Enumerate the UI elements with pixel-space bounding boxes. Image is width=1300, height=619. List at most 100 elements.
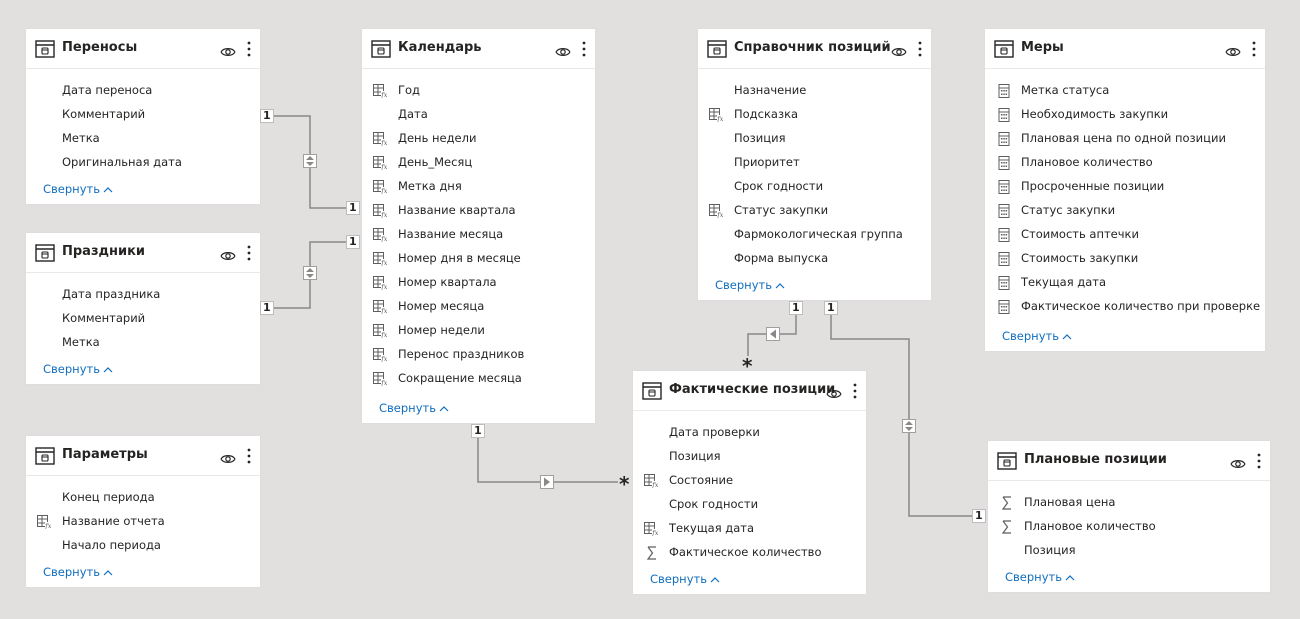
field-row[interactable]: Позиция	[633, 445, 866, 469]
field-row[interactable]: Назначение	[698, 79, 931, 103]
field-row[interactable]: fx Название отчета	[26, 510, 260, 534]
single-filter-right-icon[interactable]	[540, 475, 554, 489]
more-options-icon[interactable]	[581, 40, 587, 58]
field-row[interactable]: fx День недели	[362, 127, 595, 151]
field-row[interactable]: fx Подсказка	[698, 103, 931, 127]
table-card-perenosy[interactable]: Переносы Дата переноса Комментарий Метка Ори…	[26, 29, 260, 204]
visibility-eye-icon[interactable]	[220, 450, 236, 463]
field-row[interactable]: Просроченные позиции	[985, 175, 1265, 199]
table-card-spravochnik[interactable]: Справочник позиций Назначение fx Подсказка П…	[698, 29, 931, 300]
collapse-link[interactable]: Свернуть	[43, 565, 113, 579]
field-label: Комментарий	[62, 311, 146, 325]
field-row[interactable]: Фармокологическая группа	[698, 223, 931, 247]
chevron-up-icon	[1065, 570, 1075, 584]
field-row[interactable]: fx Статус закупки	[698, 199, 931, 223]
field-row[interactable]: Комментарий	[26, 307, 260, 331]
field-row[interactable]: fx Номер недели	[362, 319, 595, 343]
field-row[interactable]: Фактическое количество при проверке	[985, 295, 1265, 319]
field-row[interactable]: fx Номер дня в месяце	[362, 247, 595, 271]
collapse-link[interactable]: Свернуть	[1005, 570, 1075, 584]
table-card-kalendar[interactable]: Календарь fx Год Дата fx День недели fx День_Ме…	[362, 29, 595, 423]
visibility-eye-icon[interactable]	[891, 43, 907, 56]
field-row[interactable]: Конец периода	[26, 486, 260, 510]
collapse-link[interactable]: Свернуть	[715, 278, 785, 292]
field-row[interactable]: Приоритет	[698, 151, 931, 175]
table-card-fakticheskie[interactable]: Фактические позиции Дата проверки Позиция f…	[633, 371, 866, 594]
field-row[interactable]: Начало периода	[26, 534, 260, 558]
collapse-link[interactable]: Свернуть	[43, 362, 113, 376]
field-row[interactable]: Метка статуса	[985, 79, 1265, 103]
field-row[interactable]: fx Год	[362, 79, 595, 103]
field-row[interactable]: Статус закупки	[985, 199, 1265, 223]
field-row[interactable]: Стоимость аптечки	[985, 223, 1265, 247]
cardinality-one-badge: 1	[346, 235, 360, 249]
more-options-icon[interactable]	[246, 40, 252, 58]
field-row[interactable]: fx Перенос праздников	[362, 343, 595, 367]
table-title: Меры	[1021, 40, 1064, 55]
table-card-header[interactable]: Параметры	[26, 436, 260, 476]
table-card-parametry[interactable]: Параметры Конец периода fx Название отчета Н…	[26, 436, 260, 587]
field-row[interactable]: Текущая дата	[985, 271, 1265, 295]
field-row[interactable]: Плановая цена по одной позиции	[985, 127, 1265, 151]
visibility-eye-icon[interactable]	[220, 247, 236, 260]
field-row[interactable]: Форма выпуска	[698, 247, 931, 271]
collapse-link[interactable]: Свернуть	[43, 182, 113, 196]
field-row[interactable]: fx Сокращение месяца	[362, 367, 595, 391]
bidirectional-filter-icon[interactable]	[902, 419, 916, 433]
field-row[interactable]: Оригинальная дата	[26, 151, 260, 175]
field-row[interactable]: fx День_Месяц	[362, 151, 595, 175]
field-row[interactable]: Плановое количество	[988, 515, 1270, 539]
more-options-icon[interactable]	[1251, 40, 1257, 58]
field-row[interactable]: Дата проверки	[633, 421, 866, 445]
collapse-link[interactable]: Свернуть	[379, 401, 449, 415]
field-row[interactable]: Плановое количество	[985, 151, 1265, 175]
table-card-header[interactable]: Справочник позиций	[698, 29, 931, 69]
field-row[interactable]: fx Метка дня	[362, 175, 595, 199]
field-row[interactable]: Дата	[362, 103, 595, 127]
field-row[interactable]: Метка	[26, 331, 260, 355]
table-card-mery[interactable]: Меры Метка статуса Необходимость закупки Пл…	[985, 29, 1265, 351]
field-row[interactable]: fx Номер квартала	[362, 271, 595, 295]
bidirectional-filter-icon[interactable]	[303, 154, 317, 168]
field-row[interactable]: Срок годности	[698, 175, 931, 199]
field-row[interactable]: Фактическое количество	[633, 541, 866, 565]
visibility-eye-icon[interactable]	[555, 43, 571, 56]
visibility-eye-icon[interactable]	[220, 43, 236, 56]
field-row[interactable]: fx Номер месяца	[362, 295, 595, 319]
table-card-header[interactable]: Праздники	[26, 233, 260, 273]
more-options-icon[interactable]	[917, 40, 923, 58]
more-options-icon[interactable]	[1256, 452, 1262, 470]
more-options-icon[interactable]	[852, 382, 858, 400]
field-row[interactable]: fx Название квартала	[362, 199, 595, 223]
table-card-header[interactable]: Переносы	[26, 29, 260, 69]
table-card-header[interactable]: Меры	[985, 29, 1265, 69]
chevron-up-icon	[439, 401, 449, 415]
field-row[interactable]: Необходимость закупки	[985, 103, 1265, 127]
more-options-icon[interactable]	[246, 244, 252, 262]
visibility-eye-icon[interactable]	[1230, 455, 1246, 468]
table-card-header[interactable]: Плановые позиции	[988, 441, 1270, 481]
single-filter-left-icon[interactable]	[766, 327, 780, 341]
table-card-header[interactable]: Календарь	[362, 29, 595, 69]
visibility-eye-icon[interactable]	[826, 385, 842, 398]
visibility-eye-icon[interactable]	[1225, 43, 1241, 56]
collapse-link[interactable]: Свернуть	[650, 572, 720, 586]
field-row[interactable]: fx Состояние	[633, 469, 866, 493]
table-icon	[707, 40, 727, 58]
field-row[interactable]: Дата праздника	[26, 283, 260, 307]
field-row[interactable]: fx Текущая дата	[633, 517, 866, 541]
more-options-icon[interactable]	[246, 447, 252, 465]
field-row[interactable]: Позиция	[988, 539, 1270, 563]
field-row[interactable]: Позиция	[698, 127, 931, 151]
field-row[interactable]: Плановая цена	[988, 491, 1270, 515]
field-row[interactable]: Комментарий	[26, 103, 260, 127]
table-card-planovye[interactable]: Плановые позиции Плановая цена Плановое ко…	[988, 441, 1270, 592]
field-row[interactable]: Стоимость закупки	[985, 247, 1265, 271]
field-row[interactable]: Метка	[26, 127, 260, 151]
table-card-prazdniki[interactable]: Праздники Дата праздника Комментарий Метка С…	[26, 233, 260, 384]
collapse-link[interactable]: Свернуть	[1002, 329, 1072, 343]
field-row[interactable]: Дата переноса	[26, 79, 260, 103]
bidirectional-filter-icon[interactable]	[303, 266, 317, 280]
field-row[interactable]: fx Название месяца	[362, 223, 595, 247]
field-row[interactable]: Срок годности	[633, 493, 866, 517]
